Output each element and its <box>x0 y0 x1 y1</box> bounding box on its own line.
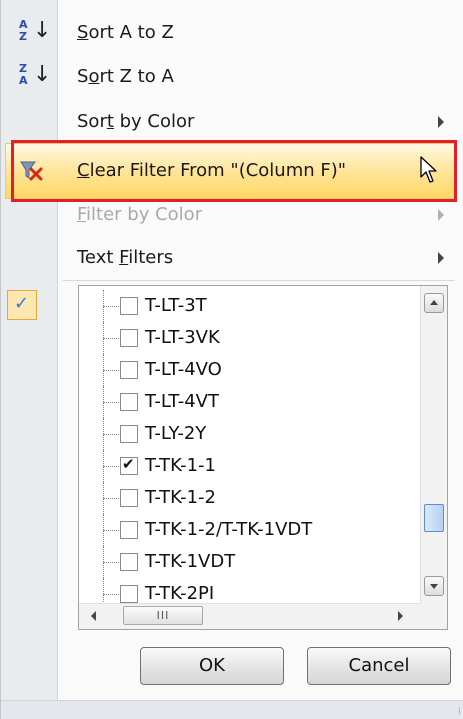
list-item-label: T-LT-3T <box>145 295 207 316</box>
tree-line <box>103 370 119 371</box>
vertical-scroll-thumb[interactable] <box>424 504 444 532</box>
filter-value-list[interactable]: T-LT-3T T-LT-3VK T-LT-4VO T-LT-4VT T-LY-2Y ✔ T… <box>78 285 448 630</box>
autofilter-menu: A Z ↓ Sort A to Z Z A ↓ Sort Z to A Sort… <box>0 0 463 719</box>
scrollbar-corner <box>420 603 447 629</box>
list-item[interactable]: T-LT-4VO <box>79 354 421 386</box>
list-item[interactable]: T-LT-4VT <box>79 386 421 418</box>
submenu-arrow-icon <box>438 116 444 128</box>
list-item[interactable]: T-LT-3VK <box>79 322 421 354</box>
sort-ascending-icon: A Z ↓ <box>19 18 52 43</box>
checkmark-icon: ✓ <box>7 290 37 320</box>
item-checkbox[interactable] <box>120 553 138 571</box>
menu-separator <box>63 280 455 281</box>
tree-line <box>103 434 119 435</box>
item-checkbox[interactable] <box>120 361 138 379</box>
item-checkbox[interactable] <box>120 393 138 411</box>
item-checkbox[interactable]: ✔ <box>120 455 138 475</box>
item-checkbox[interactable] <box>120 425 138 443</box>
tree-line <box>103 498 119 499</box>
scroll-up-button[interactable] <box>424 293 444 313</box>
tree-line <box>103 594 119 595</box>
list-item-label: T-TK-2PI <box>145 583 215 604</box>
scroll-down-button[interactable] <box>424 576 444 596</box>
sort-descending-icon: Z A ↓ <box>19 62 52 87</box>
scroll-right-icon[interactable] <box>398 611 403 621</box>
horizontal-scrollbar[interactable]: III <box>79 603 421 629</box>
vertical-scrollbar[interactable] <box>420 286 447 604</box>
ok-button[interactable]: OK <box>140 647 284 685</box>
scroll-left-icon[interactable] <box>91 611 96 621</box>
list-item-label: T-TK-1-1 <box>145 455 216 476</box>
item-checkbox[interactable] <box>120 489 138 507</box>
checkbox-check-icon: ✔ <box>122 455 135 473</box>
tree-line <box>103 338 119 339</box>
list-item[interactable]: T-LT-3T <box>79 290 421 322</box>
list-item[interactable]: T-LY-2Y <box>79 418 421 450</box>
list-item-label: T-TK-1-2 <box>145 487 216 508</box>
list-item[interactable]: T-TK-1-2 <box>79 482 421 514</box>
chevron-down-icon <box>430 584 438 589</box>
item-checkbox[interactable] <box>120 521 138 539</box>
tree-line <box>103 578 104 604</box>
tree-line <box>103 306 119 307</box>
list-item-label: T-TK-1VDT <box>145 551 236 572</box>
list-item[interactable]: T-TK-2PI <box>79 578 421 604</box>
list-item-label: T-LT-3VK <box>145 327 220 348</box>
menu-item-label: Sort Z to A <box>77 66 174 87</box>
menu-item-sort-by-color[interactable]: Sort by Color <box>1 99 463 145</box>
item-checkbox[interactable] <box>120 329 138 347</box>
list-item[interactable]: ✔ T-TK-1-1 <box>79 450 421 482</box>
list-item[interactable]: T-TK-1-2/T-TK-1VDT <box>79 514 421 546</box>
horizontal-scroll-thumb[interactable]: III <box>123 606 203 625</box>
filter-value-list-items: T-LT-3T T-LT-3VK T-LT-4VO T-LT-4VT T-LY-2Y ✔ T… <box>79 286 421 604</box>
resize-grip-icon[interactable]: ⁞ <box>458 706 461 717</box>
menu-item-label: Filter by Color <box>77 204 203 225</box>
menu-item-label: Sort A to Z <box>77 22 174 43</box>
tree-line <box>103 466 119 467</box>
item-checkbox[interactable] <box>120 297 138 315</box>
cancel-button[interactable]: Cancel <box>307 647 451 685</box>
list-item-label: T-LY-2Y <box>145 423 207 444</box>
menu-item-label: Sort by Color <box>77 111 195 132</box>
list-item-label: T-LT-4VT <box>145 391 219 412</box>
menu-item-filter-by-color: Filter by Color <box>1 192 463 238</box>
resize-footer: ⁞ <box>1 700 463 719</box>
chevron-up-icon <box>430 300 438 305</box>
submenu-arrow-icon <box>438 252 444 264</box>
menu-item-sort-a-to-z[interactable]: A Z ↓ Sort A to Z <box>1 10 463 56</box>
list-item-label: T-TK-1-2/T-TK-1VDT <box>145 519 313 540</box>
menu-item-label: Text Filters <box>77 247 174 268</box>
list-item[interactable]: T-TK-1VDT <box>79 546 421 578</box>
tree-line <box>103 530 119 531</box>
menu-item-sort-z-to-a[interactable]: Z A ↓ Sort Z to A <box>1 54 463 100</box>
list-item-label: T-LT-4VO <box>145 359 222 380</box>
mouse-cursor-icon <box>420 156 437 183</box>
tree-line <box>103 402 119 403</box>
submenu-arrow-icon <box>438 209 444 221</box>
tree-line <box>103 562 119 563</box>
item-checkbox[interactable] <box>120 585 138 603</box>
menu-item-text-filters[interactable]: Text Filters <box>1 235 463 281</box>
